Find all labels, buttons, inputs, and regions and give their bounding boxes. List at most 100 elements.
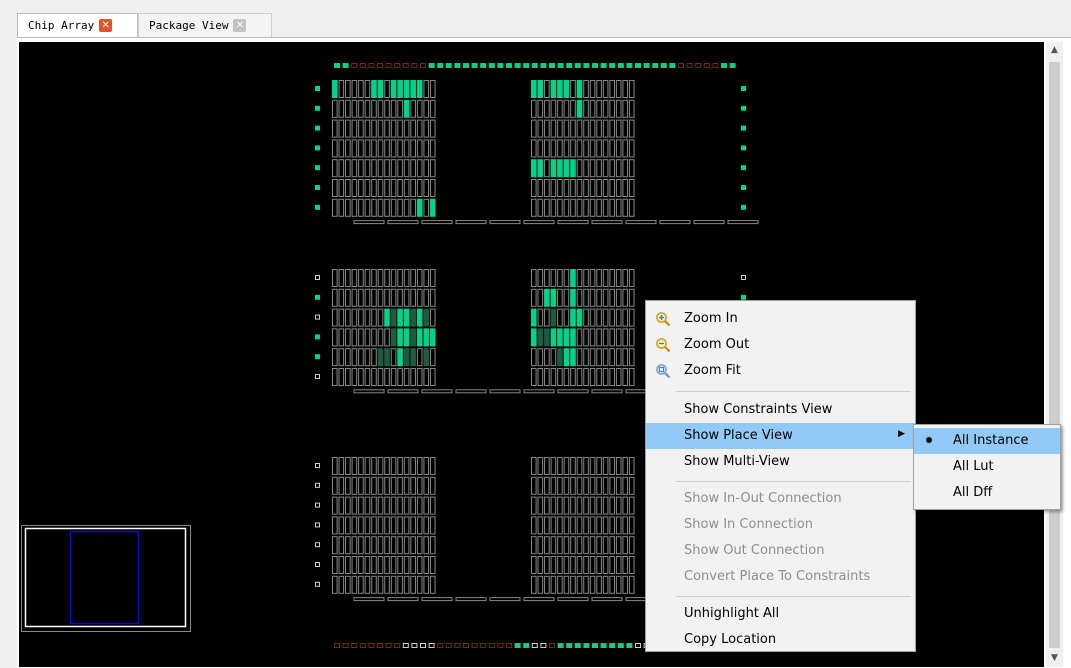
logic-cell xyxy=(358,119,364,138)
logic-cell xyxy=(351,198,358,217)
routing-bar xyxy=(387,389,419,394)
scrollbar-thumb[interactable] xyxy=(1049,62,1060,648)
logic-cell xyxy=(358,288,364,307)
logic-cell xyxy=(589,496,596,515)
logic-cell xyxy=(384,457,390,475)
menu-item-convert-place-to-constraints: Convert Place To Constraints xyxy=(646,564,915,590)
logic-cell xyxy=(377,536,384,555)
logic-cell xyxy=(596,575,602,594)
logic-cell xyxy=(557,556,563,574)
menu-item-zoom-fit[interactable]: Zoom Fit xyxy=(646,358,915,384)
routing-bar xyxy=(557,389,589,394)
logic-cell xyxy=(338,119,345,138)
logic-cell xyxy=(583,159,589,178)
close-inactive-icon[interactable]: ✕ xyxy=(233,19,247,32)
logic-cell xyxy=(615,556,622,574)
io-pad xyxy=(315,185,320,190)
logic-cell xyxy=(338,328,345,347)
menu-item-zoom-out[interactable]: Zoom Out xyxy=(646,332,915,358)
logic-cell xyxy=(423,288,430,307)
menu-item-zoom-in[interactable]: Zoom In xyxy=(646,306,915,332)
logic-cell xyxy=(351,348,358,367)
menu-item-label: Show Multi-View xyxy=(684,454,790,469)
submenu-item-all-lut[interactable]: All Lut xyxy=(914,454,1060,480)
logic-cell xyxy=(537,119,544,138)
vertical-scrollbar[interactable]: ▲ ▼ xyxy=(1046,42,1063,667)
scroll-down-icon[interactable]: ▼ xyxy=(1046,650,1063,667)
logic-cell xyxy=(602,368,609,386)
logic-cell xyxy=(416,348,423,367)
logic-cell xyxy=(628,288,635,307)
tab-chip-array[interactable]: Chip Array ✕ xyxy=(17,13,138,37)
logic-cell xyxy=(371,99,377,118)
logic-cell xyxy=(583,269,589,287)
logic-cell xyxy=(622,269,629,287)
io-pad xyxy=(385,63,392,68)
logic-cell xyxy=(416,476,423,495)
logic-cell xyxy=(596,556,602,574)
logic-cell xyxy=(615,308,622,327)
logic-cell xyxy=(423,99,430,118)
io-pad xyxy=(480,643,487,648)
io-pad xyxy=(497,63,504,68)
menu-item-show-constraints-view[interactable]: Show Constraints View xyxy=(646,397,915,423)
logic-cell xyxy=(371,159,377,178)
logic-cell xyxy=(358,308,364,327)
logic-cell xyxy=(429,159,436,178)
menu-item-label: Zoom In xyxy=(684,311,738,326)
logic-cell xyxy=(416,159,423,178)
logic-cell xyxy=(423,139,430,158)
logic-cell xyxy=(570,368,576,386)
logic-cell xyxy=(628,575,635,594)
menu-item-copy-location[interactable]: Copy Location xyxy=(646,627,915,653)
menu-item-show-multi-view[interactable]: Show Multi-View xyxy=(646,449,915,475)
logic-cell xyxy=(589,80,596,98)
logic-cell xyxy=(537,328,544,347)
logic-cell xyxy=(345,496,351,515)
logic-cell xyxy=(384,139,390,158)
logic-cell xyxy=(537,556,544,574)
logic-cell xyxy=(563,556,570,574)
logic-cell xyxy=(557,80,563,98)
io-pad xyxy=(342,643,349,648)
logic-cell xyxy=(615,575,622,594)
io-pad xyxy=(342,63,349,68)
logic-cell xyxy=(544,496,550,515)
routing-bar xyxy=(489,220,521,225)
logic-cell xyxy=(583,556,589,574)
logic-cell xyxy=(384,368,390,386)
logic-cell xyxy=(410,198,416,217)
logic-cell xyxy=(531,536,537,555)
logic-cell xyxy=(397,496,403,515)
logic-cell xyxy=(332,476,338,495)
logic-cell xyxy=(338,80,345,98)
logic-cell xyxy=(544,476,550,495)
logic-cell xyxy=(550,328,557,347)
submenu-item-all-instance[interactable]: All Instance xyxy=(914,428,1060,454)
tab-package-view[interactable]: Package View ✕ xyxy=(138,13,272,37)
logic-cell xyxy=(589,269,596,287)
logic-cell xyxy=(371,328,377,347)
submenu-item-all-dff[interactable]: All Dff xyxy=(914,480,1060,506)
logic-cell xyxy=(576,457,583,475)
menu-separator xyxy=(676,596,911,597)
logic-cell xyxy=(397,536,403,555)
logic-cell xyxy=(332,119,338,138)
logic-cell xyxy=(429,368,436,386)
io-pad xyxy=(540,643,547,648)
logic-cell xyxy=(358,368,364,386)
logic-cell xyxy=(358,476,364,495)
routing-bar xyxy=(387,220,419,225)
logic-cell xyxy=(416,80,423,98)
io-pad xyxy=(557,63,564,68)
menu-item-unhighlight-all[interactable]: Unhighlight All xyxy=(646,601,915,627)
scroll-up-icon[interactable]: ▲ xyxy=(1046,42,1063,59)
menu-item-show-place-view[interactable]: Show Place View ▶ xyxy=(646,423,915,449)
io-pad xyxy=(506,643,512,648)
minimap-viewport xyxy=(69,530,140,625)
logic-cell xyxy=(338,269,345,287)
logic-cell xyxy=(358,159,364,178)
logic-cell xyxy=(576,80,583,98)
close-active-icon[interactable]: ✕ xyxy=(99,19,113,32)
logic-cell xyxy=(377,139,384,158)
